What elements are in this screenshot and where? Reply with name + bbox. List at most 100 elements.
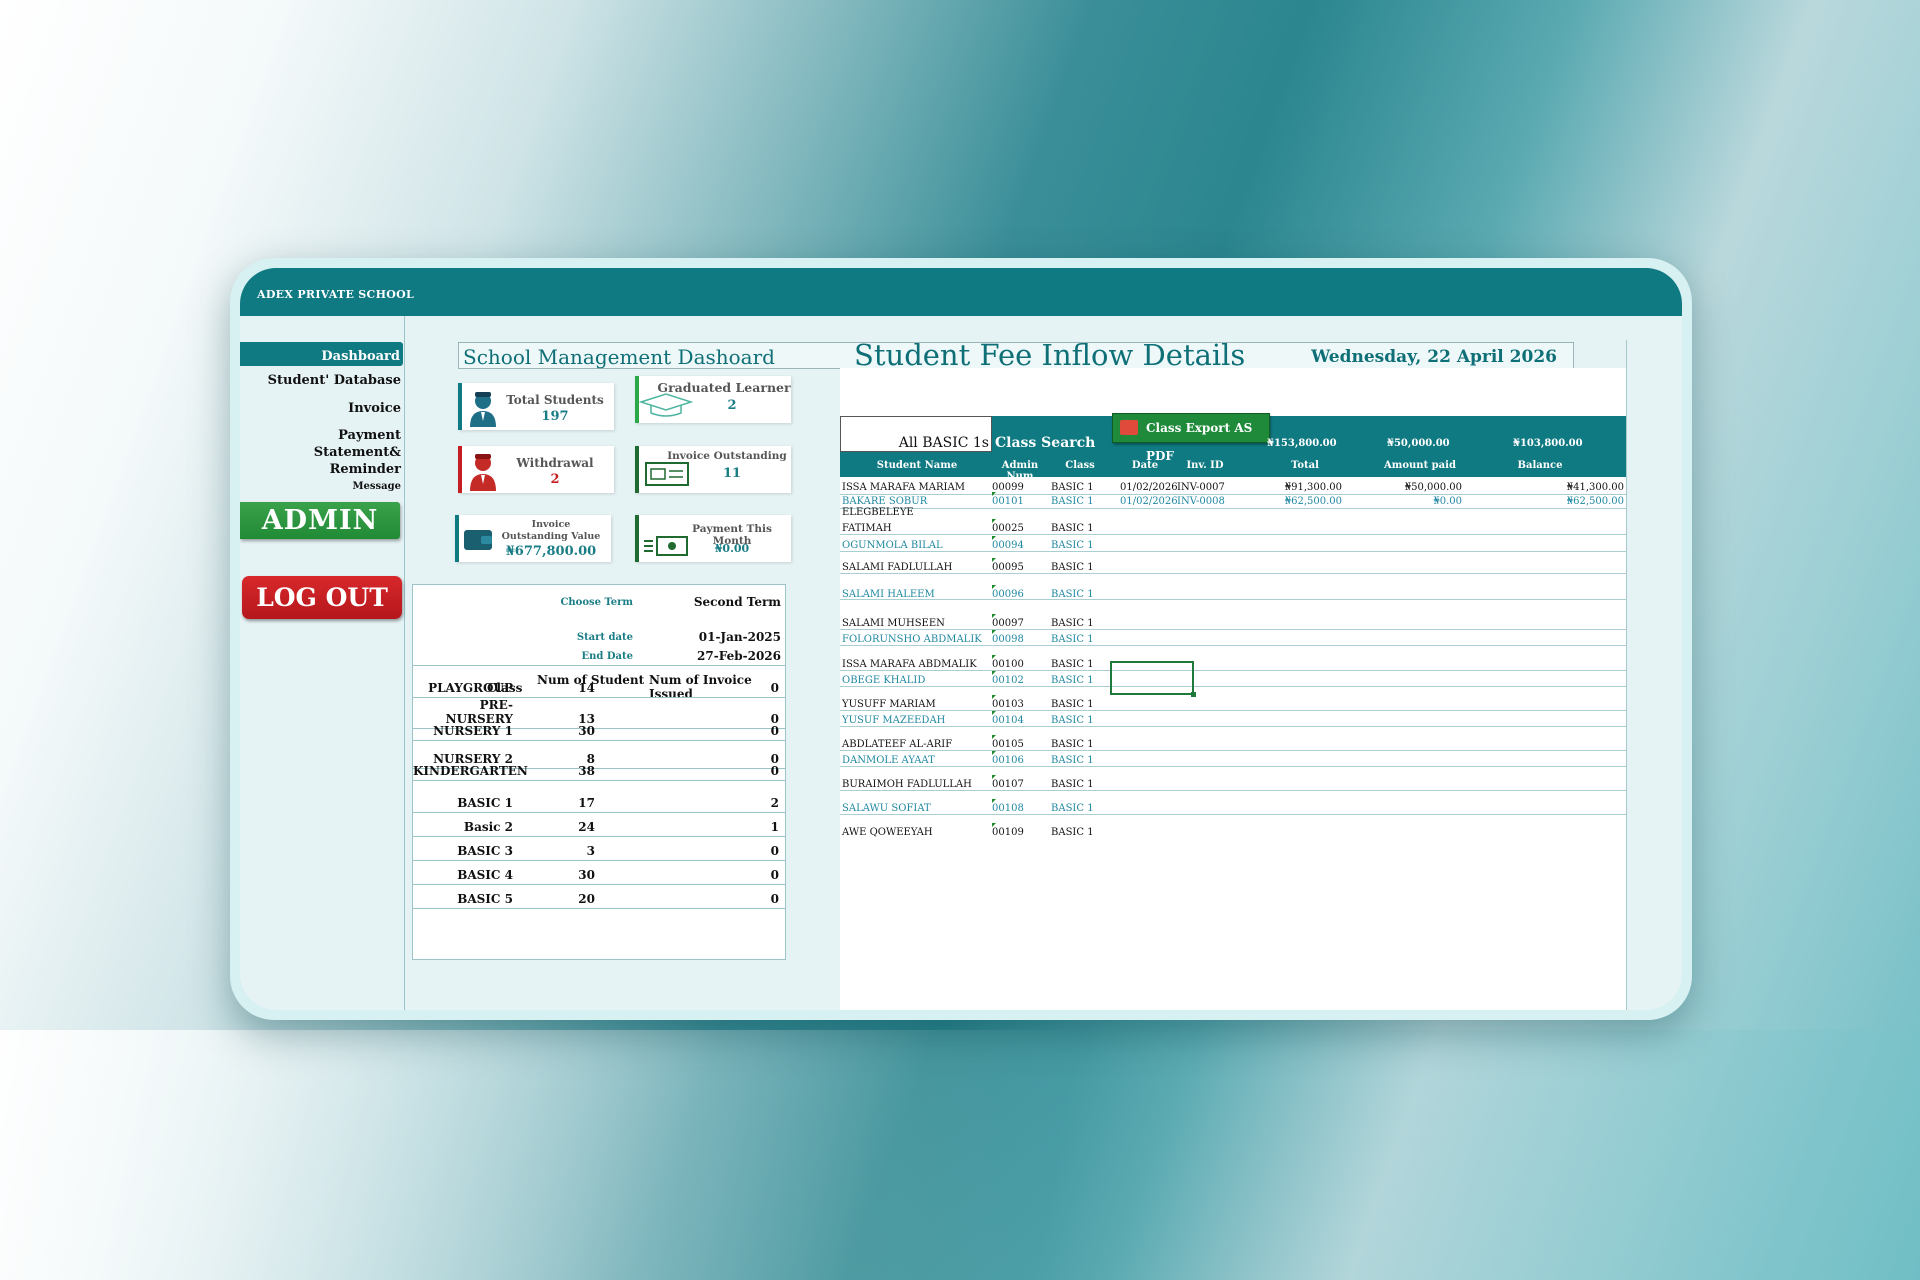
admin-number: 00025 xyxy=(992,523,1024,534)
col-header-inv: Inv. ID xyxy=(1186,460,1224,471)
student-name: OBEGE KHALID xyxy=(842,675,926,686)
col-header-class: Class xyxy=(1065,460,1095,471)
end-date-value[interactable]: 27-Feb-2026 xyxy=(641,649,781,663)
class-name: BASIC 5 xyxy=(457,892,513,906)
admin-number: 00101 xyxy=(992,496,1024,507)
student-class: BASIC 1 xyxy=(1051,523,1094,534)
card-label-1: Invoice xyxy=(531,519,571,530)
card-payment-this-month[interactable]: Payment This Month ₦0.00 xyxy=(635,515,791,562)
balance: ₦62,500.00 xyxy=(1566,496,1624,507)
card-accent xyxy=(635,515,639,562)
class-name: BASIC 3 xyxy=(457,844,513,858)
student-class: BASIC 1 xyxy=(1051,803,1094,814)
student-class: BASIC 1 xyxy=(1051,739,1094,750)
term-select[interactable]: Second Term xyxy=(641,595,781,609)
amount-paid: ₦0.00 xyxy=(1433,496,1462,507)
balance-sum: ₦103,800.00 xyxy=(1513,438,1583,449)
sidebar: Dashboard Student' Database Invoice Paym… xyxy=(240,316,405,1010)
paid-sum: ₦50,000.00 xyxy=(1387,438,1450,449)
student-class: BASIC 1 xyxy=(1051,482,1094,493)
choose-term-label: Choose Term xyxy=(560,597,633,608)
student-name: SALAMI MUHSEEN xyxy=(842,618,945,629)
student-class: BASIC 1 xyxy=(1051,715,1094,726)
row-divider xyxy=(840,508,1626,509)
fee-section-title: Student Fee Inflow Details xyxy=(854,338,1246,372)
row-divider xyxy=(840,814,1626,815)
student-name: FOLORUNSHO ABDMALIK xyxy=(842,634,982,645)
card-label-2: Outstanding Value xyxy=(501,531,601,542)
sidebar-item-student-database[interactable]: Student' Database xyxy=(268,372,401,389)
card-withdrawal[interactable]: Withdrawal 2 xyxy=(458,446,614,493)
row-divider xyxy=(840,790,1626,791)
invoice-date: 01/02/2026 xyxy=(1120,482,1178,493)
export-pdf-button[interactable]: Class Export AS PDF xyxy=(1112,413,1270,463)
row-divider xyxy=(840,710,1626,711)
class-name: BASIC 1 xyxy=(457,796,513,810)
student-class: BASIC 1 xyxy=(1051,755,1094,766)
row-divider xyxy=(840,750,1626,751)
student-class: BASIC 1 xyxy=(1051,540,1094,551)
student-class: BASIC 1 xyxy=(1051,618,1094,629)
admin-number: 00107 xyxy=(992,779,1024,790)
class-search-label: Class Search xyxy=(995,435,1096,451)
card-accent xyxy=(458,446,462,493)
cell-comment-marker xyxy=(992,671,996,675)
wallet-icon xyxy=(464,530,492,550)
divider xyxy=(413,665,785,666)
logout-button[interactable]: LOG OUT xyxy=(242,576,402,619)
student-name: ABDLATEEF AL-ARIF xyxy=(842,739,953,750)
cell-comment-marker xyxy=(992,614,996,618)
student-name: AWE QOWEEYAH xyxy=(842,827,933,838)
class-name: Basic 2 xyxy=(463,820,513,834)
card-total-students[interactable]: Total Students 197 xyxy=(458,383,614,430)
selected-cell[interactable] xyxy=(1110,661,1196,697)
invoice-total: ₦62,500.00 xyxy=(1284,496,1342,507)
invoice-count: 1 xyxy=(770,820,779,834)
card-value: 197 xyxy=(541,409,569,424)
sidebar-item-payment-statement[interactable]: Payment Statement& Reminder Message xyxy=(240,427,401,495)
class-row: BASIC 3 3 0 xyxy=(413,837,785,861)
class-row: BASIC 1 17 2 xyxy=(413,789,785,813)
student-count: 30 xyxy=(578,868,595,882)
row-divider xyxy=(840,686,1626,687)
student-name: ISSA MARAFA MARIAM xyxy=(842,482,965,493)
row-divider xyxy=(840,551,1626,552)
student-name: ISSA MARAFA ABDMALIK xyxy=(842,659,977,670)
student-count: 17 xyxy=(578,796,595,810)
invoice-count: 0 xyxy=(770,681,779,695)
invoice-id: INV-0008 xyxy=(1177,496,1225,507)
total-sum: ₦153,800.00 xyxy=(1267,438,1337,449)
cell-comment-marker xyxy=(992,558,996,562)
invoice-total: ₦91,300.00 xyxy=(1284,482,1342,493)
card-invoice-outstanding[interactable]: Invoice Outstanding 11 xyxy=(635,446,791,493)
sidebar-item-invoice[interactable]: Invoice xyxy=(348,400,401,417)
class-filter-input[interactable]: All BASIC 1s xyxy=(840,416,992,452)
admin-number: 00102 xyxy=(992,675,1024,686)
divider xyxy=(1626,340,1627,1010)
class-name: BASIC 4 xyxy=(457,868,513,882)
school-name: ADEX PRIVATE SCHOOL xyxy=(257,288,415,301)
cell-comment-marker xyxy=(992,799,996,803)
admin-button[interactable]: ADMIN xyxy=(240,502,400,539)
invoice-count: 0 xyxy=(770,764,779,778)
card-graduated-learner[interactable]: Graduated Learner 2 xyxy=(635,376,791,423)
sidebar-item-dashboard[interactable]: Dashboard xyxy=(240,342,403,366)
sidebar-item-payment-label: Payment xyxy=(338,428,401,443)
admin-number: 00106 xyxy=(992,755,1024,766)
admin-number: 00109 xyxy=(992,827,1024,838)
card-label: Invoice Outstanding xyxy=(667,450,787,462)
row-divider xyxy=(840,599,1626,600)
class-name: KINDERGARTEN xyxy=(413,764,528,778)
class-row: Basic 2 24 1 xyxy=(413,813,785,837)
student-name: SALAMI FADLULLAH xyxy=(842,562,953,573)
card-invoice-outstanding-value[interactable]: Invoice Outstanding Value ₦677,800.00 xyxy=(455,515,611,562)
col-header-date: Date xyxy=(1131,460,1159,471)
cell-comment-marker xyxy=(992,695,996,699)
invoice-id: INV-0007 xyxy=(1177,482,1225,493)
student-name: SALAWU SOFIAT xyxy=(842,803,931,814)
student-count: 3 xyxy=(586,844,595,858)
row-divider xyxy=(840,629,1626,630)
start-date-value[interactable]: 01-Jan-2025 xyxy=(641,630,781,644)
cell-comment-marker xyxy=(992,519,996,523)
student-class: BASIC 1 xyxy=(1051,827,1094,838)
